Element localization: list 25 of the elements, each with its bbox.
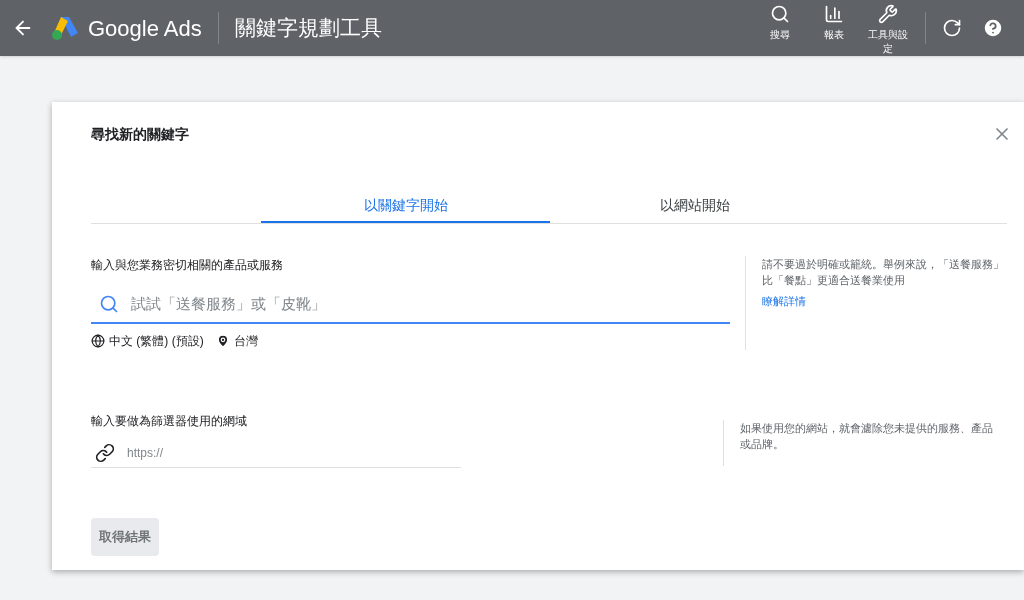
- help-icon[interactable]: [982, 17, 1004, 39]
- field-label: 輸入與您業務密切相關的產品或服務: [91, 257, 284, 274]
- keyword-input-field[interactable]: 試試「送餐服務」或「皮靴」: [131, 292, 731, 316]
- link-icon: [95, 442, 115, 463]
- reports-button[interactable]: 報表: [813, 4, 855, 42]
- dialog-title: 尋找新的關鍵字: [91, 125, 189, 144]
- search-icon: [99, 294, 119, 314]
- hint-text: 請不要過於明確或籠統。舉例來說，「送餐服務」比「餐點」更適合送餐業使用: [762, 257, 1006, 288]
- search-icon: [770, 4, 790, 24]
- field-label: 輸入要做為篩選器使用的網域: [91, 413, 248, 430]
- page-title: 關鍵字規劃工具: [234, 15, 382, 42]
- location-pin-icon: [215, 334, 230, 348]
- tab[interactable]: 以關鍵字開始: [261, 189, 550, 223]
- logo-icon: [50, 15, 80, 41]
- domain-input-field[interactable]: https://: [127, 443, 461, 462]
- tools-button[interactable]: 工具與設定: [867, 4, 909, 56]
- tab[interactable]: 以網站開始: [550, 189, 839, 223]
- language-button[interactable]: 中文 (繁體) (預設): [109, 332, 204, 350]
- location-button[interactable]: 台灣: [233, 332, 258, 350]
- refresh-icon[interactable]: [942, 18, 962, 38]
- hint-text: 如果使用您的網站，就會濾除您未提供的服務、產品或品牌。: [740, 421, 994, 452]
- learn-more-link[interactable]: 瞭解詳情: [762, 293, 807, 310]
- product-name: Google Ads: [88, 14, 202, 43]
- globe-icon: [91, 334, 105, 348]
- search-button[interactable]: 搜尋: [759, 4, 801, 42]
